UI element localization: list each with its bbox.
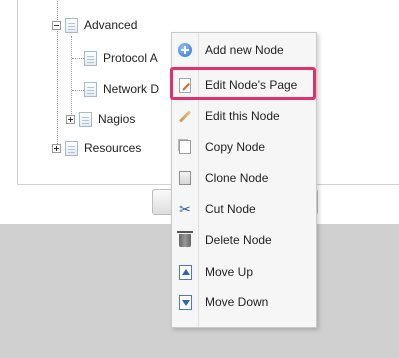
menu-item-delete-node[interactable]: Delete Node	[172, 225, 318, 255]
page-icon	[65, 17, 78, 33]
page-icon	[84, 81, 97, 97]
menu-item-cut-node[interactable]: ✂ Cut Node	[172, 194, 318, 224]
tree-node-label: Protocol A	[103, 51, 158, 65]
tree-node-nagios[interactable]: Nagios	[66, 110, 135, 128]
page-icon	[84, 50, 97, 66]
menu-item-label: Move Down	[205, 295, 269, 309]
trash-icon	[177, 230, 193, 247]
menu-item-add-new-node[interactable]: Add new Node	[172, 35, 318, 65]
page-icon	[79, 111, 92, 127]
tree-node-network[interactable]: Network D	[84, 80, 159, 98]
tree-node-label: Network D	[103, 82, 160, 96]
menu-item-label: Copy Node	[205, 140, 266, 154]
highlight-outline	[170, 67, 316, 100]
expand-icon[interactable]	[66, 114, 75, 124]
tree-node-advanced[interactable]: Advanced	[52, 16, 137, 34]
tree-connector	[71, 36, 72, 118]
menu-item-move-up[interactable]: Move Up	[172, 257, 318, 287]
menu-item-move-down[interactable]: Move Down	[172, 287, 318, 317]
move-up-icon	[178, 264, 192, 280]
tree-node-label: Resources	[84, 141, 142, 155]
menu-item-label: Move Up	[205, 265, 254, 279]
menu-item-label: Delete Node	[205, 233, 272, 247]
pencil-icon	[178, 109, 192, 123]
tree-node-protocol[interactable]: Protocol A	[84, 49, 158, 67]
menu-item-label: Clone Node	[205, 171, 269, 185]
collapse-icon[interactable]	[52, 20, 61, 30]
tree-node-label: Nagios	[98, 112, 136, 126]
menu-item-edit-this-node[interactable]: Edit this Node	[172, 101, 318, 131]
expand-icon[interactable]	[52, 143, 61, 153]
menu-item-label: Edit this Node	[205, 109, 280, 123]
tree-node-label: Advanced	[84, 18, 138, 32]
scissors-icon: ✂	[179, 201, 191, 217]
menu-item-label: Cut Node	[205, 202, 256, 216]
menu-item-clone-node[interactable]: Clone Node	[172, 163, 318, 193]
clone-icon	[179, 171, 191, 185]
add-icon	[178, 43, 192, 57]
menu-item-label: Add new Node	[205, 43, 284, 57]
tree-node-resources[interactable]: Resources	[52, 139, 141, 157]
move-down-icon	[178, 294, 192, 310]
copy-icon	[179, 140, 191, 154]
menu-item-copy-node[interactable]: Copy Node	[172, 132, 318, 162]
page-icon	[65, 140, 78, 156]
